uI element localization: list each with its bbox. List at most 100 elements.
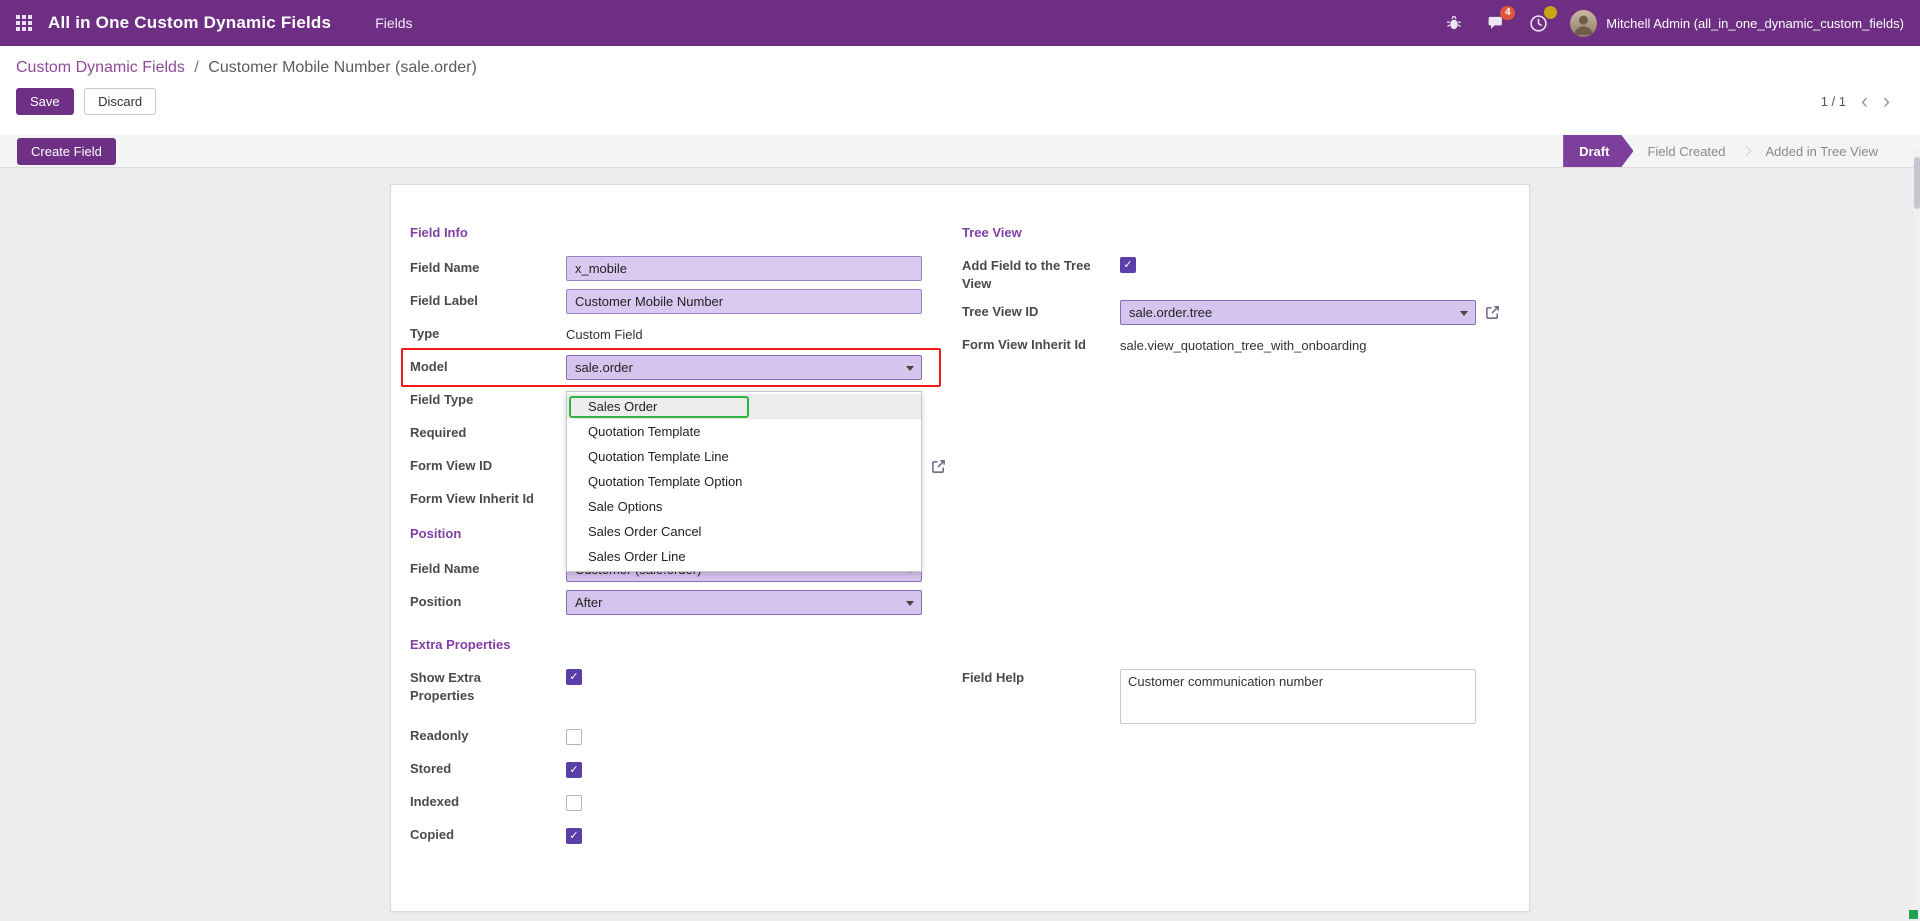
dropdown-option-sales-order[interactable]: Sales Order [567, 394, 921, 419]
create-field-button[interactable]: Create Field [17, 138, 116, 165]
tree-view-id-external-link-icon[interactable] [1485, 305, 1500, 320]
tree-view-id-label: Tree View ID [962, 303, 1120, 321]
add-field-tree-checkbox[interactable] [1120, 257, 1136, 273]
tree-view-section: Tree View Add Field to the Tree View Tre… [962, 225, 1510, 619]
stored-checkbox[interactable] [566, 762, 582, 778]
tree-form-view-inherit-label: Form View Inherit Id [962, 336, 1120, 354]
status-state-draft[interactable]: Draft [1563, 135, 1633, 167]
stored-row: Stored [410, 753, 962, 786]
form-sheet: Field Info Field Name Field Label Type [390, 184, 1530, 912]
form-view-inherit-id-label: Form View Inherit Id [410, 490, 566, 508]
add-field-tree-row: Add Field to the Tree View [962, 252, 1510, 296]
systray: 4 Mitchell Admin (all_in_one_dynamic_cus… [1444, 10, 1904, 37]
field-label-row: Field Label [410, 285, 962, 318]
breadcrumb: Custom Dynamic Fields / Customer Mobile … [16, 59, 1904, 77]
indexed-label: Indexed [410, 793, 566, 811]
extra-properties-section: Extra Properties Show Extra Properties R… [410, 637, 1510, 852]
tree-view-heading: Tree View [962, 225, 1510, 240]
messages-icon[interactable]: 4 [1486, 13, 1506, 33]
app-title[interactable]: All in One Custom Dynamic Fields [48, 13, 331, 33]
field-name-label: Field Name [410, 259, 566, 277]
model-select[interactable]: sale.order [566, 355, 922, 380]
dropdown-option-sale-options[interactable]: Sale Options [567, 494, 921, 519]
dropdown-option-sales-order-line[interactable]: Sales Order Line [567, 544, 921, 569]
type-row: Type Custom Field [410, 318, 962, 351]
field-info-section: Field Info Field Name Field Label Type [410, 225, 962, 619]
user-avatar [1570, 10, 1597, 37]
copied-label: Copied [410, 826, 566, 844]
show-extra-label: Show Extra Properties [410, 669, 566, 705]
indexed-row: Indexed [410, 786, 962, 819]
green-highlight-box: Sales Order [569, 396, 749, 418]
top-navbar: All in One Custom Dynamic Fields Fields … [0, 0, 1920, 46]
type-label: Type [410, 325, 566, 343]
field-help-row: Field Help Customer communication number [962, 664, 1510, 724]
position-row: Position After [410, 586, 962, 619]
menu-item-fields[interactable]: Fields [375, 15, 412, 31]
copied-checkbox[interactable] [566, 828, 582, 844]
dropdown-option-quotation-template-line[interactable]: Quotation Template Line [567, 444, 921, 469]
status-state-added-in-tree-view[interactable]: Added in Tree View [1752, 135, 1893, 167]
form-view-id-external-link-icon[interactable] [931, 459, 946, 474]
corner-indicator [1909, 910, 1918, 919]
tree-form-view-inherit-value: sale.view_quotation_tree_with_onboarding [1120, 338, 1366, 353]
breadcrumb-parent-link[interactable]: Custom Dynamic Fields [16, 59, 185, 76]
stored-label: Stored [410, 760, 566, 778]
vertical-scrollbar[interactable] [1914, 150, 1920, 921]
user-name: Mitchell Admin (all_in_one_dynamic_custo… [1606, 16, 1904, 31]
tree-view-id-select[interactable]: sale.order.tree [1120, 300, 1476, 325]
field-info-heading: Field Info [410, 225, 962, 240]
dropdown-option-quotation-template-option[interactable]: Quotation Template Option [567, 469, 921, 494]
extra-properties-heading: Extra Properties [410, 637, 1510, 652]
model-dropdown: Sales Order Quotation Template Quotation… [566, 391, 922, 572]
status-separator-icon [1740, 145, 1751, 156]
field-label-input[interactable] [566, 289, 922, 314]
user-menu[interactable]: Mitchell Admin (all_in_one_dynamic_custo… [1570, 10, 1904, 37]
field-label-label: Field Label [410, 292, 566, 310]
dropdown-option-label: Sales Order [588, 399, 657, 414]
position-select[interactable]: After [566, 590, 922, 615]
discard-button[interactable]: Discard [84, 88, 156, 115]
position-field-name-label: Field Name [410, 560, 566, 578]
debug-bug-icon[interactable] [1444, 13, 1464, 33]
indexed-checkbox[interactable] [566, 795, 582, 811]
add-field-tree-label: Add Field to the Tree View [962, 257, 1120, 293]
scrollbar-thumb[interactable] [1914, 157, 1920, 209]
activity-badge [1544, 6, 1557, 19]
dropdown-option-quotation-template[interactable]: Quotation Template [567, 419, 921, 444]
activity-clock-icon[interactable] [1528, 13, 1548, 33]
tree-form-view-inherit-row: Form View Inherit Id sale.view_quotation… [962, 329, 1510, 362]
field-type-label: Field Type [410, 391, 566, 409]
field-name-row: Field Name [410, 252, 962, 285]
status-state-field-created[interactable]: Field Created [1633, 135, 1739, 167]
status-pipeline: Draft Field Created Added in Tree View [1563, 135, 1892, 167]
save-button[interactable]: Save [16, 88, 74, 115]
field-help-label: Field Help [962, 669, 1120, 687]
readonly-checkbox[interactable] [566, 729, 582, 745]
type-value: Custom Field [566, 327, 643, 342]
field-name-input[interactable] [566, 256, 922, 281]
pager-counter: 1 / 1 [1821, 94, 1846, 109]
field-help-textarea[interactable]: Customer communication number [1120, 669, 1476, 724]
show-extra-checkbox[interactable] [566, 669, 582, 685]
tree-view-id-row: Tree View ID sale.order.tree [962, 296, 1510, 329]
model-row: Model sale.order Sales Order Quotation T… [410, 351, 962, 384]
copied-row: Copied [410, 819, 962, 852]
messages-badge: 4 [1500, 6, 1515, 20]
pager: 1 / 1 ‹ › [1821, 91, 1890, 112]
form-view-id-label: Form View ID [410, 457, 566, 475]
pager-previous-icon[interactable]: ‹ [1861, 91, 1868, 112]
position-label: Position [410, 593, 566, 611]
required-label: Required [410, 424, 566, 442]
form-action-buttons: Save Discard [16, 88, 156, 115]
show-extra-row: Show Extra Properties [410, 664, 962, 720]
model-label: Model [410, 358, 566, 376]
breadcrumb-current: Customer Mobile Number (sale.order) [208, 59, 477, 76]
apps-grid-icon[interactable] [16, 15, 32, 31]
readonly-row: Readonly [410, 720, 962, 753]
breadcrumb-separator: / [194, 59, 198, 76]
pager-next-icon[interactable]: › [1883, 91, 1890, 112]
control-panel: Custom Dynamic Fields / Customer Mobile … [0, 46, 1920, 135]
dropdown-option-sales-order-cancel[interactable]: Sales Order Cancel [567, 519, 921, 544]
statusbar: Create Field Draft Field Created Added i… [0, 135, 1920, 168]
